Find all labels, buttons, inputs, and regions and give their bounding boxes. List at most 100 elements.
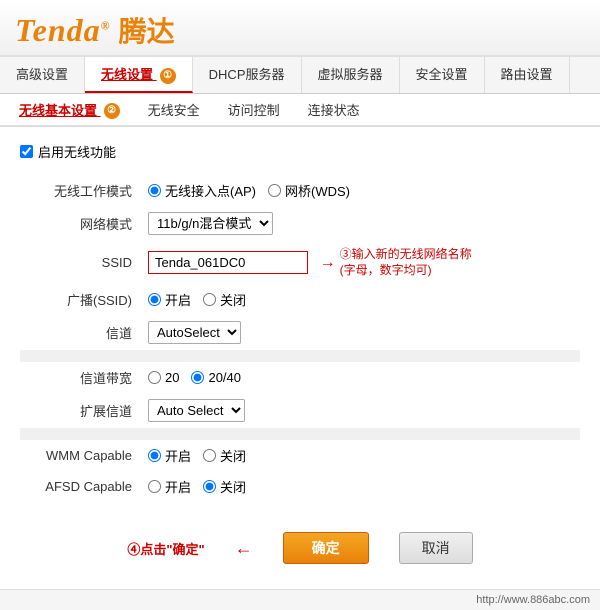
nav-item-routing[interactable]: 路由设置	[485, 57, 570, 93]
channel-bw-row: 信道带宽 20 20/40	[20, 362, 580, 393]
enable-wireless-checkbox[interactable]	[20, 145, 33, 158]
broadcast-on-label[interactable]: 开启	[148, 290, 191, 309]
ssid-input[interactable]	[148, 251, 308, 274]
work-mode-value: 无线接入点(AP) 网桥(WDS)	[140, 175, 580, 206]
logo-text: Tenda	[15, 12, 101, 48]
broadcast-off-text: 关闭	[220, 290, 246, 309]
settings-table: 无线工作模式 无线接入点(AP) 网桥(WDS) 网络模式	[20, 175, 580, 502]
button-row: ④点击"确定" ← 确定 取消	[20, 522, 580, 574]
wmm-on-text: 开启	[165, 446, 191, 465]
channel-value: AutoSelect 1234 5678 910111213	[140, 315, 580, 350]
footer-url: http://www.886abc.com	[476, 594, 590, 606]
nav-item-wireless[interactable]: 无线设置 ①	[85, 57, 193, 93]
ssid-arrow-icon: →	[320, 254, 336, 272]
afsd-off-label[interactable]: 关闭	[203, 477, 246, 496]
broadcast-on-radio[interactable]	[148, 293, 161, 306]
wmm-label: WMM Capable	[20, 440, 140, 471]
channel-bw-2040-radio[interactable]	[191, 371, 204, 384]
channel-bw-20-radio[interactable]	[148, 371, 161, 384]
broadcast-row: 广播(SSID) 开启 关闭	[20, 284, 580, 315]
ext-channel-value: Auto Select 上	[140, 393, 580, 428]
work-mode-label: 无线工作模式	[20, 175, 140, 206]
afsd-on-radio[interactable]	[148, 480, 161, 493]
logo-chinese: 腾达	[119, 10, 175, 50]
wmm-off-radio[interactable]	[203, 449, 216, 462]
afsd-label: AFSD Capable	[20, 471, 140, 502]
channel-bw-20-label[interactable]: 20	[148, 370, 179, 385]
channel-bw-radio-group: 20 20/40	[148, 370, 572, 385]
header: Tenda® 腾达	[0, 0, 600, 57]
afsd-row: AFSD Capable 开启 关闭	[20, 471, 580, 502]
wmm-on-radio[interactable]	[148, 449, 161, 462]
afsd-value: 开启 关闭	[140, 471, 580, 502]
work-mode-wds-text: 网桥(WDS)	[285, 181, 350, 200]
channel-bw-20-text: 20	[165, 370, 179, 385]
channel-bw-2040-text: 20/40	[208, 370, 241, 385]
wmm-on-label[interactable]: 开启	[148, 446, 191, 465]
ssid-label: SSID	[20, 241, 140, 284]
afsd-on-label[interactable]: 开启	[148, 477, 191, 496]
channel-bw-2040-label[interactable]: 20/40	[191, 370, 241, 385]
step1-marker: ①	[160, 68, 176, 84]
afsd-off-radio[interactable]	[203, 480, 216, 493]
network-mode-row: 网络模式 11b/g/n混合模式 11b模式 11g模式 11n模式	[20, 206, 580, 241]
nav-wireless-label: 无线设置	[101, 67, 153, 82]
wmm-value: 开启 关闭	[140, 440, 580, 471]
sub-nav-security[interactable]: 无线安全	[134, 94, 214, 126]
channel-label: 信道	[20, 315, 140, 350]
work-mode-row: 无线工作模式 无线接入点(AP) 网桥(WDS)	[20, 175, 580, 206]
ssid-row: SSID → ③输入新的无线网络名称(字母，数字均可)	[20, 241, 580, 284]
section-divider-1	[20, 350, 580, 362]
ext-channel-label: 扩展信道	[20, 393, 140, 428]
logo-tenda: Tenda®	[15, 12, 111, 49]
step2-marker: ②	[104, 103, 120, 119]
work-mode-ap-text: 无线接入点(AP)	[165, 181, 256, 200]
enable-wireless-row: 启用无线功能	[20, 142, 580, 161]
afsd-on-text: 开启	[165, 477, 191, 496]
network-mode-label: 网络模式	[20, 206, 140, 241]
afsd-off-text: 关闭	[220, 477, 246, 496]
sub-nav-status[interactable]: 连接状态	[294, 94, 374, 126]
work-mode-wds-radio[interactable]	[268, 184, 281, 197]
wmm-radio-group: 开启 关闭	[148, 446, 572, 465]
broadcast-label: 广播(SSID)	[20, 284, 140, 315]
top-nav: 高级设置 无线设置 ① DHCP服务器 虚拟服务器 安全设置 路由设置	[0, 57, 600, 94]
sub-nav-basic[interactable]: 无线基本设置 ②	[5, 94, 134, 126]
ssid-hint-text: ③输入新的无线网络名称(字母，数字均可)	[340, 247, 472, 278]
ext-channel-row: 扩展信道 Auto Select 上	[20, 393, 580, 428]
footer: http://www.886abc.com	[0, 589, 600, 610]
network-mode-value: 11b/g/n混合模式 11b模式 11g模式 11n模式	[140, 206, 580, 241]
nav-item-advanced[interactable]: 高级设置	[0, 57, 85, 93]
logo-reg: ®	[101, 18, 111, 32]
ext-channel-select[interactable]: Auto Select 上	[148, 399, 245, 422]
network-mode-select[interactable]: 11b/g/n混合模式 11b模式 11g模式 11n模式	[148, 212, 273, 235]
channel-row: 信道 AutoSelect 1234 5678 910111213	[20, 315, 580, 350]
broadcast-off-label[interactable]: 关闭	[203, 290, 246, 309]
sub-nav-access[interactable]: 访问控制	[214, 94, 294, 126]
channel-bw-value: 20 20/40	[140, 362, 580, 393]
ssid-annotation: → ③输入新的无线网络名称(字母，数字均可)	[320, 247, 472, 278]
work-mode-ap-label[interactable]: 无线接入点(AP)	[148, 181, 256, 200]
work-mode-ap-radio[interactable]	[148, 184, 161, 197]
cancel-button[interactable]: 取消	[399, 532, 473, 564]
channel-select[interactable]: AutoSelect 1234 5678 910111213	[148, 321, 241, 344]
wmm-off-label[interactable]: 关闭	[203, 446, 246, 465]
broadcast-off-radio[interactable]	[203, 293, 216, 306]
afsd-radio-group: 开启 关闭	[148, 477, 572, 496]
confirm-button[interactable]: 确定	[283, 532, 369, 564]
section-divider-2	[20, 428, 580, 440]
nav-item-virtual[interactable]: 虚拟服务器	[302, 57, 400, 93]
enable-wireless-label[interactable]: 启用无线功能	[38, 142, 116, 161]
content-area: 启用无线功能 无线工作模式 无线接入点(AP) 网桥(WDS)	[0, 127, 600, 589]
broadcast-radio-group: 开启 关闭	[148, 290, 572, 309]
ssid-value: → ③输入新的无线网络名称(字母，数字均可)	[140, 241, 580, 284]
nav-item-security[interactable]: 安全设置	[400, 57, 485, 93]
nav-item-dhcp[interactable]: DHCP服务器	[193, 57, 302, 93]
sub-basic-label: 无线基本设置	[19, 103, 97, 118]
broadcast-on-text: 开启	[165, 290, 191, 309]
wmm-off-text: 关闭	[220, 446, 246, 465]
wmm-row: WMM Capable 开启 关闭	[20, 440, 580, 471]
step4-label: ④点击"确定"	[127, 539, 204, 558]
channel-bw-label: 信道带宽	[20, 362, 140, 393]
work-mode-wds-label[interactable]: 网桥(WDS)	[268, 181, 350, 200]
